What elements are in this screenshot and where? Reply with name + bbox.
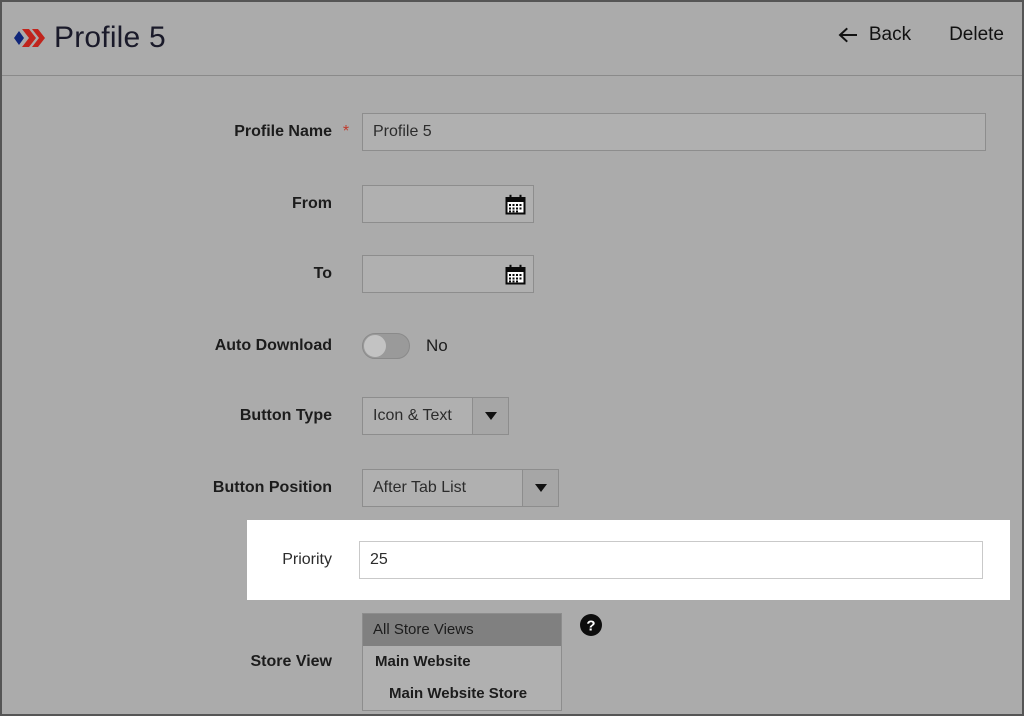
page-title: Profile 5 — [54, 21, 166, 54]
from-date-wrapper — [362, 185, 534, 223]
chevrons-logo-icon — [14, 29, 45, 47]
from-label: From — [292, 195, 332, 212]
button-position-control: After Tab List — [362, 469, 559, 507]
button-position-dropdown-arrow[interactable] — [522, 469, 559, 507]
to-date-wrapper — [362, 255, 534, 293]
button-position-value: After Tab List — [362, 469, 522, 507]
row-auto-download: Auto Download No — [2, 333, 1022, 359]
profile-form: Profile Name * From — [2, 77, 1022, 714]
auto-download-state-label: No — [426, 336, 448, 355]
auto-download-label: Auto Download — [214, 337, 332, 354]
profile-name-label: Profile Name — [234, 123, 332, 140]
row-priority: Priority — [247, 520, 1010, 600]
button-type-dropdown-arrow[interactable] — [472, 397, 509, 435]
delete-button[interactable]: Delete — [945, 21, 1008, 49]
store-view-control: All Store Views Main Website Main Websit… — [362, 613, 603, 711]
button-type-control: Icon & Text — [362, 397, 509, 435]
row-button-position: Button Position After Tab List — [2, 469, 1022, 507]
store-view-listbox[interactable]: All Store Views Main Website Main Websit… — [362, 613, 562, 711]
help-question-icon[interactable]: ? — [579, 613, 603, 637]
header-actions: Back Delete — [833, 21, 1008, 49]
row-store-view: Store View All Store Views Main Website … — [2, 613, 1022, 711]
auto-download-control: No — [362, 333, 448, 359]
store-view-option-main-website-store[interactable]: Main Website Store — [363, 678, 561, 710]
toggle-knob — [363, 334, 387, 358]
from-control — [362, 185, 534, 223]
profile-name-input[interactable] — [362, 113, 986, 151]
chevron-down-icon — [534, 484, 547, 492]
calendar-icon[interactable] — [505, 194, 526, 215]
svg-text:?: ? — [586, 618, 595, 635]
priority-highlight-band: Priority — [247, 520, 1010, 600]
to-control — [362, 255, 534, 293]
back-button[interactable]: Back — [833, 21, 915, 49]
arrow-left-icon — [838, 27, 857, 43]
priority-input[interactable] — [359, 541, 983, 579]
button-type-value: Icon & Text — [362, 397, 472, 435]
calendar-icon[interactable] — [505, 264, 526, 285]
button-type-select[interactable]: Icon & Text — [362, 397, 509, 435]
back-button-label: Back — [868, 24, 912, 45]
brand: Profile 5 — [12, 14, 166, 62]
store-view-option-all-store-views[interactable]: All Store Views — [363, 614, 561, 646]
to-label: To — [313, 265, 332, 282]
chevron-down-icon — [484, 412, 497, 420]
store-view-label: Store View — [250, 653, 332, 670]
row-button-type: Button Type Icon & Text — [2, 397, 1022, 435]
row-to: To — [2, 255, 1022, 293]
profile-name-required-marker: * — [342, 123, 350, 140]
priority-label: Priority — [282, 551, 332, 568]
button-position-label: Button Position — [212, 479, 332, 496]
delete-button-label: Delete — [949, 24, 1004, 45]
auto-download-toggle[interactable] — [362, 333, 410, 359]
button-type-label: Button Type — [239, 407, 332, 424]
row-profile-name: Profile Name * — [2, 113, 1022, 151]
row-from: From — [2, 185, 1022, 223]
store-view-option-main-website[interactable]: Main Website — [363, 646, 561, 678]
page-header: Profile 5 Back Delete — [2, 2, 1022, 76]
profile-name-control — [362, 113, 986, 151]
profile-editor-page: Profile 5 Back Delete Profile Name * Pro… — [0, 0, 1024, 716]
button-position-select[interactable]: After Tab List — [362, 469, 559, 507]
